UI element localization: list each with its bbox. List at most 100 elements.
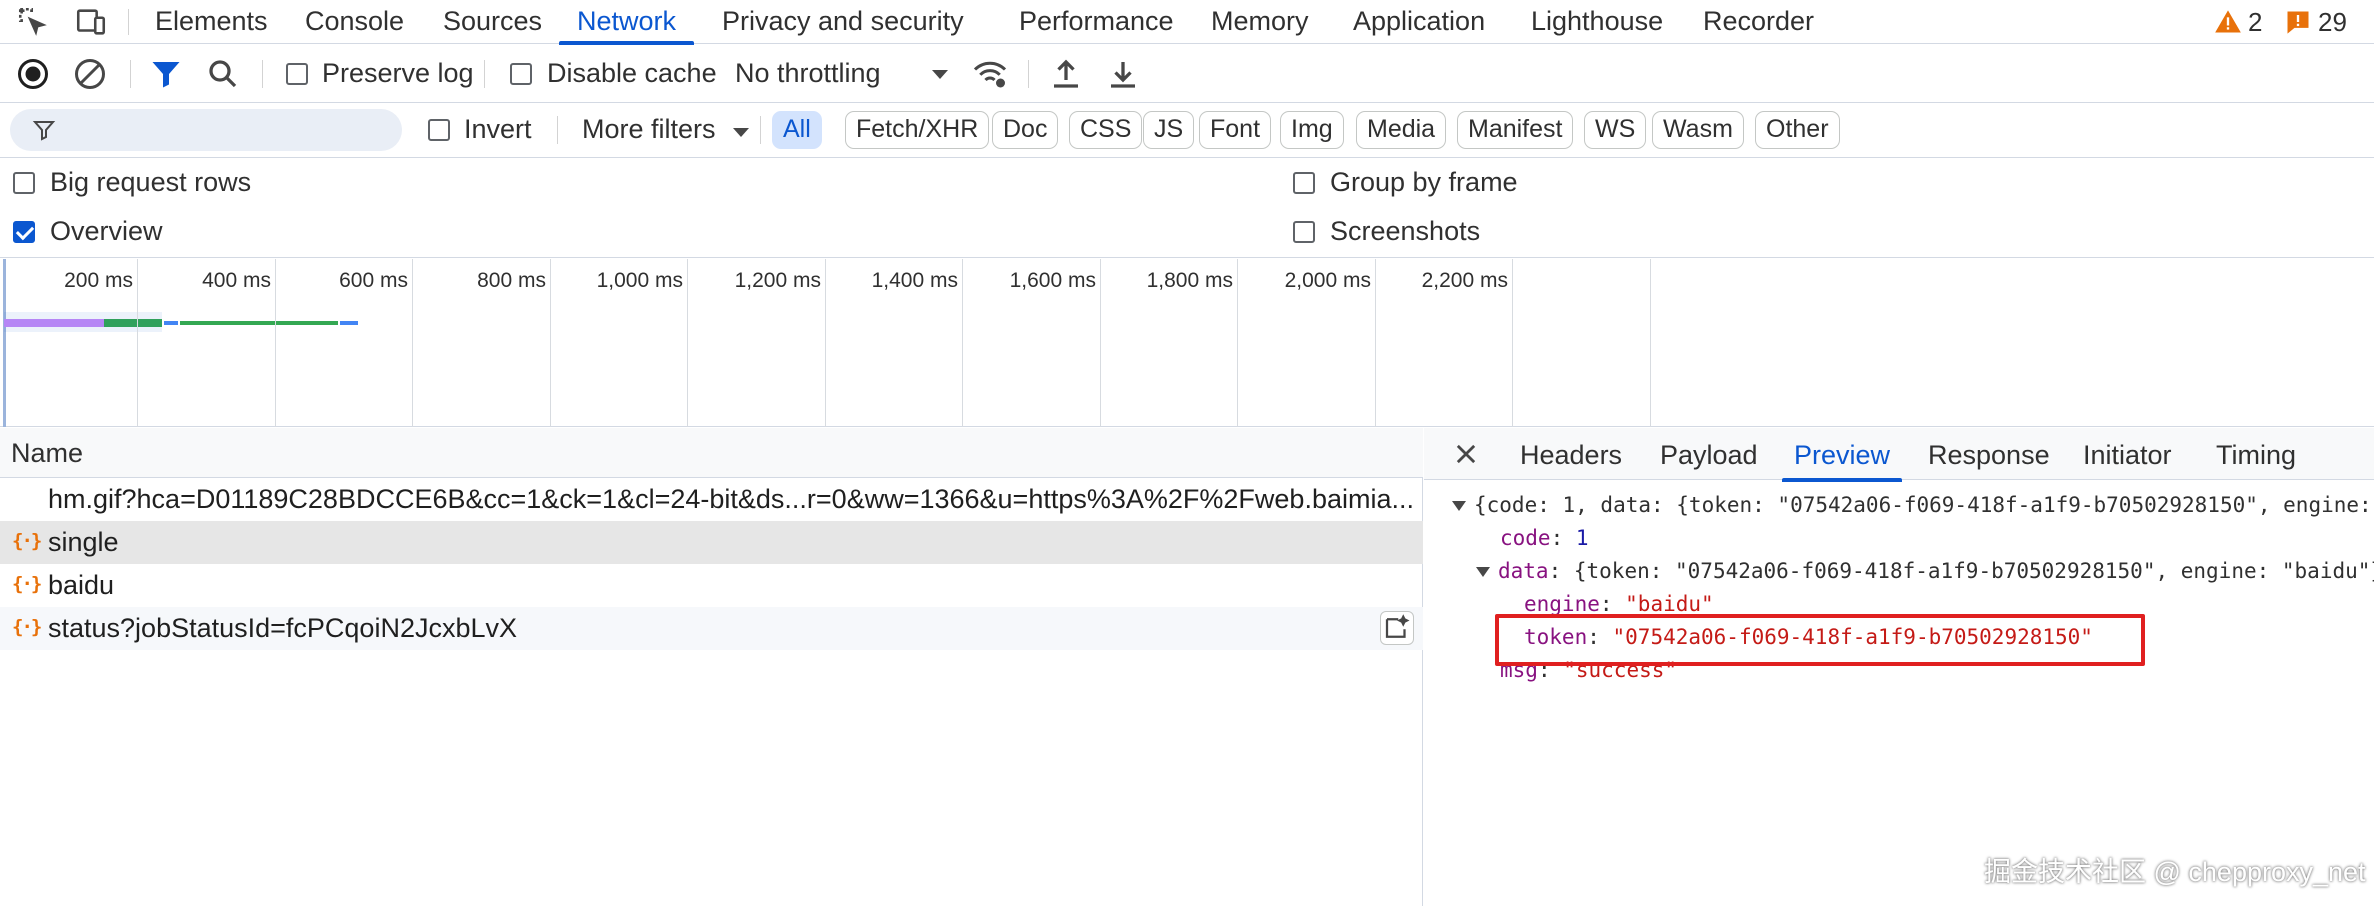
filter-icon[interactable] (148, 56, 184, 92)
close-icon[interactable] (1452, 440, 1480, 468)
overview-label[interactable]: Overview (50, 216, 163, 247)
warnings-badge[interactable]: 2 (2214, 4, 2262, 40)
fetch-json-icon: {·} (12, 530, 42, 552)
errors-badge[interactable]: 29 (2284, 4, 2347, 40)
request-row[interactable]: hm.gif?hca=D01189C28BDCCE6B&cc=1&ck=1&cl… (0, 478, 1423, 521)
filter-box[interactable] (10, 109, 402, 151)
details-tab-timing[interactable]: Timing (2216, 440, 2296, 471)
preserve-log-checkbox[interactable] (286, 63, 308, 85)
overview-tick-label: 400 ms (202, 269, 271, 292)
overview-tick-label: 1,600 ms (1009, 269, 1096, 292)
filter-input[interactable] (68, 109, 388, 151)
export-har-icon[interactable] (1105, 56, 1141, 92)
details-tab-initiator[interactable]: Initiator (2083, 440, 2172, 471)
big-request-rows-checkbox[interactable] (13, 172, 35, 194)
clear-icon[interactable] (72, 56, 108, 92)
expand-triangle-icon[interactable] (1452, 501, 1466, 511)
json-key: engine (1524, 592, 1600, 616)
network-overview-timeline[interactable]: 200 ms 400 ms 600 ms 800 ms 1,000 ms 1,200 ms… (0, 259, 2374, 427)
overview-bar (164, 321, 178, 325)
details-tab-headers[interactable]: Headers (1520, 440, 1622, 471)
inspect-element-icon[interactable] (16, 5, 50, 39)
group-by-frame-checkbox[interactable] (1293, 172, 1315, 194)
screenshots-checkbox[interactable] (1293, 221, 1315, 243)
filter-bar: Invert More filters All Fetch/XHR Doc CS… (0, 103, 2374, 158)
overview-gridline (1512, 259, 1513, 427)
overview-selection (4, 312, 162, 332)
tab-sources[interactable]: Sources (443, 0, 542, 44)
json-root-node[interactable]: {code: 1, data: {token: "07542a06-f069-4… (1452, 490, 2374, 520)
group-by-frame-label[interactable]: Group by frame (1330, 167, 1518, 198)
overview-gridline (550, 259, 551, 427)
network-conditions-icon[interactable] (972, 56, 1008, 92)
tab-performance[interactable]: Performance (1019, 0, 1174, 44)
json-key: code (1500, 526, 1551, 550)
overview-tick-label: 1,000 ms (596, 269, 683, 292)
overview-bar (340, 321, 358, 325)
ai-assistance-icon[interactable] (1380, 611, 1414, 645)
request-table: Name hm.gif?hca=D01189C28BDCCE6B&cc=1&ck… (0, 428, 1423, 906)
invert-checkbox[interactable] (428, 119, 450, 141)
details-tab-preview[interactable]: Preview (1781, 440, 1903, 482)
type-filter-js[interactable]: JS (1143, 111, 1195, 149)
tab-elements[interactable]: Elements (155, 0, 268, 44)
request-row[interactable]: {·} single (0, 521, 1423, 564)
json-preview-tree: {code: 1, data: {token: "07542a06-f069-4… (1424, 480, 2374, 906)
tab-network[interactable]: Network (558, 0, 695, 45)
overview-gridline (687, 259, 688, 427)
filter-separator (760, 116, 761, 144)
big-request-rows-label[interactable]: Big request rows (50, 167, 251, 198)
type-filter-doc[interactable]: Doc (992, 111, 1059, 149)
tab-application[interactable]: Application (1353, 0, 1485, 44)
import-har-icon[interactable] (1048, 56, 1084, 92)
type-filter-fetch-xhr[interactable]: Fetch/XHR (845, 111, 990, 149)
throttling-select[interactable]: No throttling (735, 58, 881, 89)
disable-cache-checkbox[interactable] (510, 63, 532, 85)
overview-gridline (962, 259, 963, 427)
overview-tick-label: 1,800 ms (1146, 269, 1233, 292)
json-root-summary: {code: 1, data: {token: "07542a06-f069-4… (1474, 493, 2374, 517)
tab-privacy-and-security[interactable]: Privacy and security (722, 0, 964, 44)
tab-lighthouse[interactable]: Lighthouse (1531, 0, 1663, 44)
chevron-down-icon[interactable] (733, 128, 749, 137)
tab-console[interactable]: Console (305, 0, 404, 44)
type-filter-css[interactable]: CSS (1069, 111, 1143, 149)
details-tab-response[interactable]: Response (1928, 440, 2050, 471)
more-filters-button[interactable]: More filters (582, 114, 716, 145)
name-column-header[interactable]: Name (0, 428, 1423, 478)
json-data-node[interactable]: data: {token: "07542a06-f069-418f-a1f9-b… (1476, 556, 2374, 586)
record-icon[interactable] (15, 56, 51, 92)
overview-gridline (412, 259, 413, 427)
fetch-json-icon: {·} (12, 573, 42, 595)
type-filter-manifest[interactable]: Manifest (1457, 111, 1574, 149)
type-filter-media[interactable]: Media (1356, 111, 1447, 149)
toolbar-separator (262, 60, 263, 88)
request-row[interactable]: {·} status?jobStatusId=fcPCqoiN2JcxbLvX (0, 607, 1423, 650)
fetch-json-icon: {·} (12, 616, 42, 638)
type-filter-img[interactable]: Img (1280, 111, 1344, 149)
overview-checkbox[interactable] (13, 221, 35, 243)
device-toolbar-icon[interactable] (74, 5, 108, 39)
details-tab-payload[interactable]: Payload (1660, 440, 1758, 471)
tab-bar-separator (128, 9, 129, 35)
preserve-log-label[interactable]: Preserve log (322, 58, 474, 89)
overview-gridline (1650, 259, 1651, 427)
overview-selection-handle[interactable] (3, 259, 6, 427)
watermark: 掘金技术社区 @ chepproxy_net (1984, 857, 2366, 887)
screenshots-label[interactable]: Screenshots (1330, 216, 1480, 247)
disable-cache-label[interactable]: Disable cache (547, 58, 717, 89)
type-filter-font[interactable]: Font (1199, 111, 1272, 149)
tab-recorder[interactable]: Recorder (1703, 0, 1814, 44)
search-icon[interactable] (205, 56, 241, 92)
request-row[interactable]: {·} baidu (0, 564, 1423, 607)
type-filter-all[interactable]: All (772, 111, 822, 149)
expand-triangle-icon[interactable] (1476, 567, 1490, 577)
tab-memory[interactable]: Memory (1211, 0, 1309, 44)
type-filter-ws[interactable]: WS (1584, 111, 1647, 149)
type-filter-other[interactable]: Other (1755, 111, 1840, 149)
type-filter-wasm[interactable]: Wasm (1652, 111, 1744, 149)
invert-label[interactable]: Invert (464, 114, 532, 145)
warnings-count: 2 (2248, 7, 2263, 37)
json-code-node: code: 1 (1500, 526, 1589, 550)
chevron-down-icon[interactable] (932, 70, 948, 79)
